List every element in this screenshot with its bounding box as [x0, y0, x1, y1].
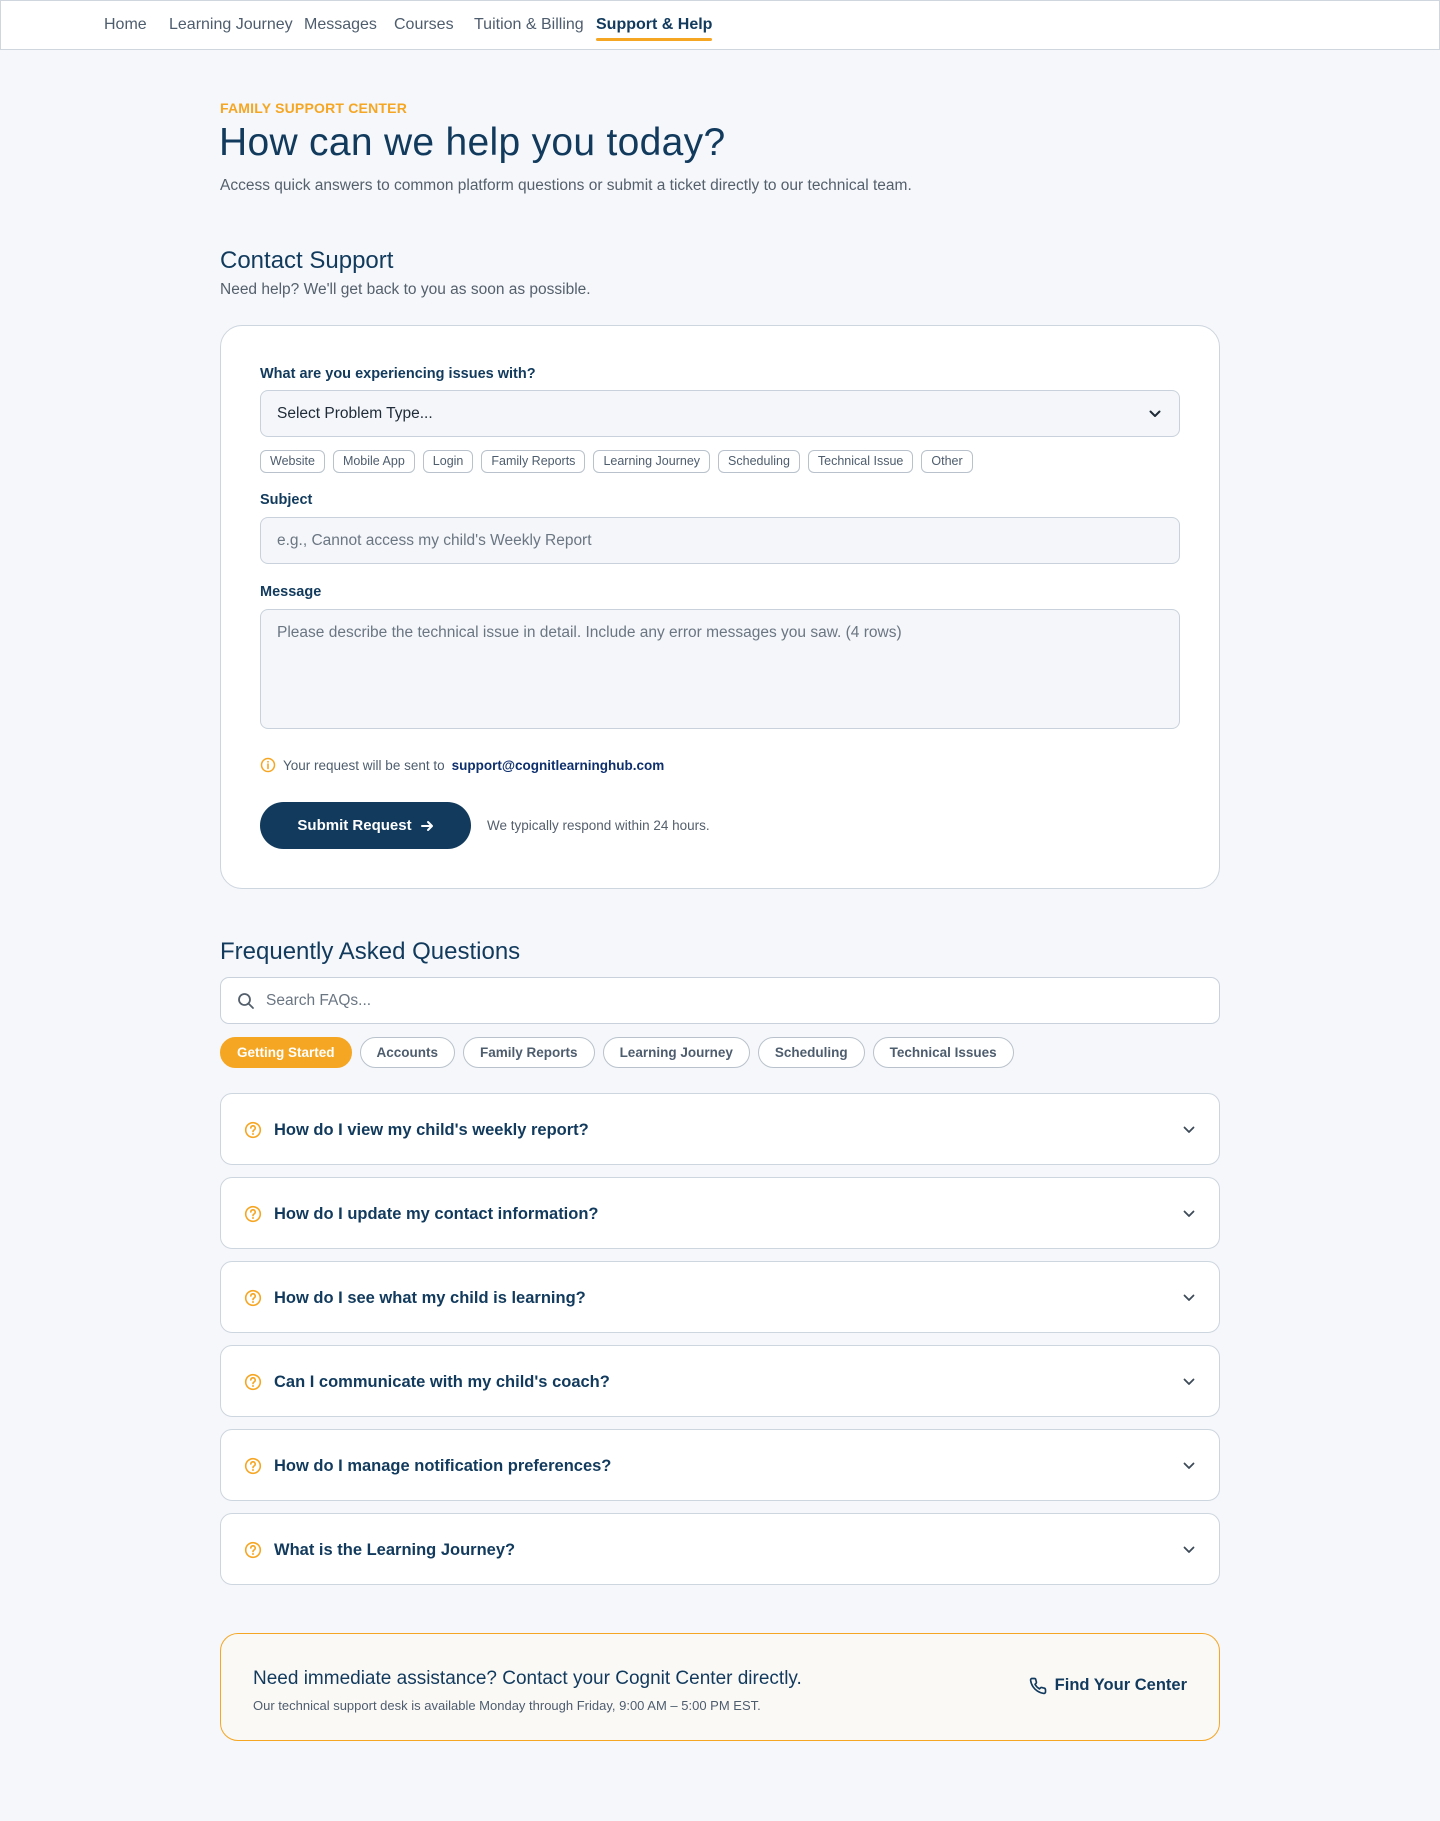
- faq-question: How do I manage notification preferences…: [274, 1457, 612, 1475]
- nav-item-messages[interactable]: Messages: [304, 16, 377, 34]
- tab-technical-issues[interactable]: Technical Issues: [872, 1037, 1014, 1068]
- chevron-down-icon: [1183, 1294, 1195, 1301]
- faq-search-placeholder: Search FAQs...: [266, 992, 372, 1009]
- chevron-down-icon: [1183, 1546, 1195, 1553]
- faq-list: How do I view my child's weekly report? …: [220, 1093, 1220, 1597]
- message-textarea[interactable]: Please describe the technical issue in d…: [260, 609, 1180, 729]
- problem-chip-scheduling[interactable]: Scheduling: [718, 450, 800, 473]
- question-icon: [244, 1205, 262, 1223]
- faq-item[interactable]: How do I see what my child is learning?: [220, 1261, 1220, 1333]
- problem-chip-other[interactable]: Other: [921, 450, 973, 473]
- chevron-down-icon: [1149, 410, 1161, 417]
- faq-question: How do I update my contact information?: [274, 1205, 599, 1223]
- faq-question: How do I view my child's weekly report?: [274, 1121, 589, 1139]
- support-email: support@cognitlearninghub.com: [451, 757, 665, 773]
- nav-item-learning-journey[interactable]: Learning Journey: [169, 16, 293, 34]
- phone-icon: [1029, 1677, 1046, 1694]
- question-icon: [244, 1457, 262, 1475]
- tab-learning-journey[interactable]: Learning Journey: [602, 1037, 750, 1068]
- tab-scheduling[interactable]: Scheduling: [757, 1037, 865, 1068]
- page-subtitle: Access quick answers to common platform …: [220, 177, 912, 194]
- problem-chip-family-reports[interactable]: Family Reports: [481, 450, 586, 473]
- tab-getting-started[interactable]: Getting Started: [220, 1037, 352, 1068]
- cta-subtitle: Our technical support desk is available …: [253, 1698, 761, 1713]
- faq-category-tabs: Getting Started Accounts Family Reports …: [220, 1037, 1014, 1068]
- find-your-center-button[interactable]: Find Your Center: [1029, 1676, 1187, 1695]
- top-navigation: Home Learning Journey Messages Courses T…: [0, 0, 1440, 50]
- send-to-text: Your request will be sent to: [283, 757, 445, 773]
- send-to-note: Your request will be sent to support@cog…: [260, 757, 664, 773]
- problem-chip-learning-journey[interactable]: Learning Journey: [593, 450, 711, 473]
- hero-eyebrow: FAMILY SUPPORT CENTER: [220, 100, 408, 116]
- question-icon: [244, 1289, 262, 1307]
- subject-input[interactable]: e.g., Cannot access my child's Weekly Re…: [260, 517, 1180, 564]
- problem-type-label: What are you experiencing issues with?: [260, 366, 536, 382]
- faq-item[interactable]: Can I communicate with my child's coach?: [220, 1345, 1220, 1417]
- search-icon: [238, 993, 254, 1009]
- subject-label: Subject: [260, 492, 313, 508]
- faq-item[interactable]: How do I view my child's weekly report?: [220, 1093, 1220, 1165]
- faq-question: What is the Learning Journey?: [274, 1541, 516, 1559]
- nav-item-support-help[interactable]: Support & Help: [596, 16, 713, 41]
- message-placeholder: Please describe the technical issue in d…: [277, 624, 902, 641]
- question-icon: [244, 1373, 262, 1391]
- problem-chip-mobile-app[interactable]: Mobile App: [332, 450, 415, 473]
- cta-title: Need immediate assistance? Contact your …: [253, 1668, 802, 1689]
- nav-item-tuition-billing[interactable]: Tuition & Billing: [474, 16, 584, 34]
- info-icon: [260, 757, 276, 773]
- tab-accounts[interactable]: Accounts: [359, 1037, 456, 1068]
- tab-family-reports[interactable]: Family Reports: [463, 1037, 595, 1068]
- faq-item[interactable]: What is the Learning Journey?: [220, 1513, 1220, 1585]
- problem-type-select[interactable]: Select Problem Type...: [260, 390, 1180, 437]
- chevron-down-icon: [1183, 1462, 1195, 1469]
- chevron-down-icon: [1183, 1126, 1195, 1133]
- chevron-down-icon: [1183, 1378, 1195, 1385]
- faq-item[interactable]: How do I update my contact information?: [220, 1177, 1220, 1249]
- problem-type-chips: Website Mobile App Login Family Reports …: [260, 450, 973, 473]
- nav-item-home[interactable]: Home: [104, 16, 147, 34]
- find-your-center-label: Find Your Center: [1054, 1676, 1187, 1694]
- submit-request-button[interactable]: Submit Request: [260, 802, 471, 849]
- message-label: Message: [260, 584, 322, 600]
- faq-question: Can I communicate with my child's coach?: [274, 1373, 610, 1391]
- question-icon: [244, 1121, 262, 1139]
- nav-active-underline: [596, 38, 713, 41]
- nav-item-courses[interactable]: Courses: [394, 16, 454, 34]
- subject-placeholder: e.g., Cannot access my child's Weekly Re…: [277, 532, 592, 549]
- faq-search-input[interactable]: Search FAQs...: [220, 977, 1220, 1024]
- submit-request-label: Submit Request: [297, 817, 412, 834]
- nav-item-support-help-label: Support & Help: [596, 16, 713, 33]
- page-title: How can we help you today?: [219, 121, 726, 164]
- problem-chip-login[interactable]: Login: [422, 450, 474, 473]
- arrow-right-icon: [420, 820, 433, 831]
- immediate-assistance-banner: Need immediate assistance? Contact your …: [220, 1633, 1220, 1741]
- contact-support-title: Contact Support: [220, 247, 394, 274]
- contact-support-form: What are you experiencing issues with? S…: [220, 325, 1220, 889]
- response-time-note: We typically respond within 24 hours.: [487, 818, 710, 833]
- question-icon: [244, 1541, 262, 1559]
- problem-chip-technical-issue[interactable]: Technical Issue: [807, 450, 914, 473]
- chevron-down-icon: [1183, 1210, 1195, 1217]
- problem-chip-website[interactable]: Website: [260, 450, 325, 473]
- faq-title: Frequently Asked Questions: [220, 938, 521, 965]
- faq-item[interactable]: How do I manage notification preferences…: [220, 1429, 1220, 1501]
- faq-question: How do I see what my child is learning?: [274, 1289, 586, 1307]
- problem-type-select-value: Select Problem Type...: [277, 405, 433, 422]
- contact-support-subtitle: Need help? We'll get back to you as soon…: [220, 281, 591, 298]
